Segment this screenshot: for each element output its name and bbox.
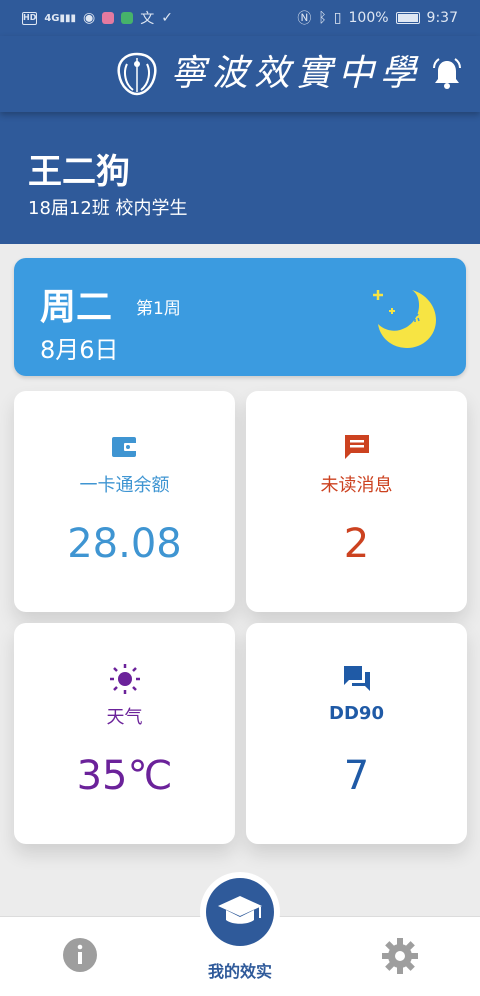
home-nav-label[interactable]: 我的效实	[0, 958, 480, 982]
hd-icon: HD	[22, 11, 38, 25]
profile-header: 王二狗 18届12班 校内学生	[0, 112, 480, 244]
chat-icon	[343, 666, 370, 691]
bell-icon[interactable]	[432, 58, 462, 90]
wallet-icon	[111, 437, 137, 457]
graduation-cap-icon	[218, 896, 262, 924]
dd90-label: DD90	[329, 703, 384, 724]
weather-tile[interactable]: 天气 35℃	[14, 623, 235, 844]
bluetooth-icon: ᛒ	[318, 10, 327, 26]
message-icon	[344, 435, 369, 459]
status-right-icons: Ⓝ ᛒ ▯ 100% 9:37	[297, 8, 458, 28]
app-header: 寧波效實中學	[0, 36, 480, 112]
signal-4g-icon: 4G▮▮▮	[44, 12, 77, 24]
dd90-value: 7	[343, 753, 370, 799]
moon-night-icon	[373, 290, 436, 348]
weather-value: 35℃	[76, 753, 173, 799]
status-time: 9:37	[426, 10, 458, 26]
app-icon-pink	[102, 12, 115, 24]
balance-label: 一卡通余额	[79, 475, 170, 496]
school-logo-icon	[117, 52, 157, 96]
messages-label: 未读消息	[320, 475, 393, 496]
wifi-eye-icon: ◉	[83, 10, 96, 26]
balance-value: 28.08	[67, 521, 182, 567]
home-nav-inner	[206, 878, 274, 946]
student-class: 18届12班 校内学生	[28, 198, 188, 219]
date-card[interactable]: 周二 第1周 8月6日	[14, 258, 466, 376]
battery-percent: 100%	[348, 10, 389, 26]
battery-icon	[395, 12, 420, 24]
week-number: 第1周	[136, 299, 181, 319]
student-name: 王二狗	[28, 152, 130, 192]
check-icon: ✓	[161, 10, 173, 26]
nfc-icon: Ⓝ	[297, 11, 312, 27]
dd90-tile[interactable]: DD90 7	[246, 623, 467, 844]
translate-icon: 文	[140, 11, 155, 27]
date-text: 8月6日	[40, 336, 119, 364]
school-name: 寧波效實中學	[170, 53, 423, 94]
vibrate-icon: ▯	[333, 10, 342, 26]
status-bar: HD 4G▮▮▮ ◉ 文 ✓ Ⓝ ᛒ ▯ 100% 9:37	[0, 0, 480, 36]
app-icon-green	[121, 12, 134, 24]
weather-label: 天气	[106, 707, 143, 728]
unread-messages-tile[interactable]: 未读消息 2	[246, 391, 467, 612]
sun-icon	[109, 664, 140, 694]
home-nav-button[interactable]	[200, 872, 280, 952]
weekday: 周二	[40, 287, 113, 328]
status-left-icons: HD 4G▮▮▮ ◉ 文 ✓	[22, 8, 173, 28]
messages-value: 2	[343, 521, 370, 567]
balance-tile[interactable]: 一卡通余额 28.08	[14, 391, 235, 612]
